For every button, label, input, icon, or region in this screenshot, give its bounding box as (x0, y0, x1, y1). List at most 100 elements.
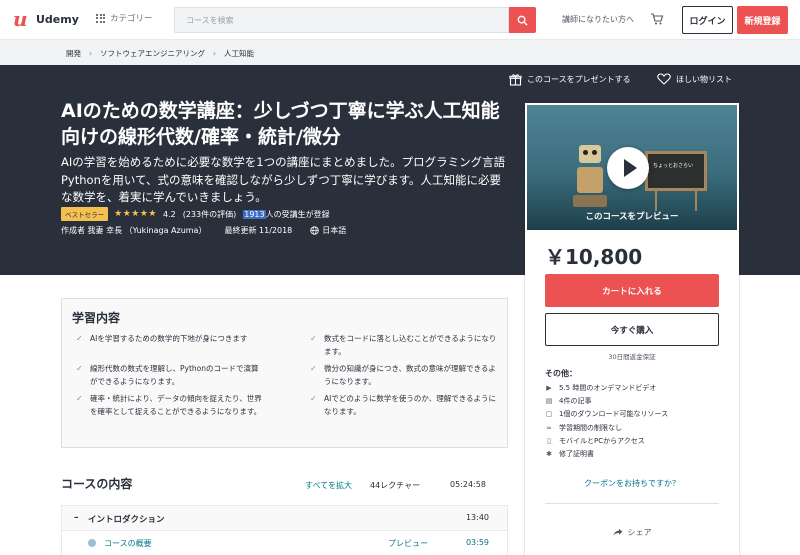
meta-row: 作成者 我妻 幸長 （Yukinaga Azuma） 最終更新 11/2018 … (61, 225, 346, 236)
globe-icon (310, 226, 319, 235)
includes-item: ∞ 学習期間の制限なし (545, 421, 668, 434)
preview-label: このコースをプレビュー (585, 212, 679, 222)
includes-title: その他： (545, 369, 577, 378)
download-icon: ▢ (545, 410, 553, 419)
bestseller-badge: ベストセラー (61, 207, 109, 221)
infinity-icon: ∞ (546, 423, 552, 432)
includes-text: 4件の記事 (559, 396, 592, 405)
login-button[interactable]: ログイン (682, 6, 733, 34)
buy-now-button[interactable]: 今すぐ購入 (545, 313, 719, 346)
share-icon (613, 528, 622, 536)
lecture-title[interactable]: コースの概要 (104, 538, 152, 549)
udemy-logo-icon: u (13, 7, 28, 31)
blackboard-leg (655, 191, 657, 211)
learn-item-text: AIを学習するための数学的下地が身につきます (90, 334, 248, 343)
lecture-preview-link[interactable]: プレビュー (388, 538, 428, 549)
breadcrumb-item-software-engineering[interactable]: ソフトウェアエンジニアリング (100, 48, 205, 59)
breadcrumb-item-ai[interactable]: 人工知能 (224, 48, 254, 59)
wishlist-link[interactable]: ほしい物リスト (657, 73, 732, 85)
robot-base (573, 195, 607, 207)
categories-menu[interactable]: カテゴリー (96, 12, 153, 24)
learn-item-text: 線形代数の数式を理解し、Pythonのコードで演算ができるようになります。 (90, 364, 259, 386)
curriculum-section[interactable]: – イントロダクション 13:40 (61, 505, 508, 531)
includes-text: 学習期間の制限なし (559, 423, 622, 432)
check-icon: ✓ (310, 394, 317, 403)
includes-item: ▶ 5.5 時間のオンデマンドビデオ (545, 381, 668, 394)
includes-item: ▢ 1個のダウンロード可能なリソース (545, 408, 668, 421)
language-label: 日本語 (322, 226, 347, 235)
students-suffix: 人の受講生が登録 (265, 209, 330, 219)
includes-list: ▶ 5.5 時間のオンデマンドビデオ ▤ 4件の記事 ▢ 1個のダウンロード可能なリソ… (545, 381, 668, 461)
check-icon: ✓ (76, 364, 83, 373)
lecture-duration: 03:59 (465, 538, 489, 547)
course-subtitle: AIの学習を始めるために必要な数学を1つの講座にまとめました。プログラミング言語… (61, 155, 506, 204)
includes-item: ✱ 修了証明書 (545, 447, 668, 460)
learn-item-text: 微分の知識が身につき、数式の意味が理解できるようになります。 (324, 364, 496, 386)
last-updated: 最終更新 11/2018 (224, 226, 293, 235)
section-duration: 13:40 (465, 513, 489, 522)
breadcrumb-item-development[interactable]: 開発 (66, 48, 81, 59)
robot-eye (583, 150, 588, 155)
logo-text: Udemy (36, 12, 79, 26)
robot-eye (592, 150, 597, 155)
cart-icon[interactable] (650, 12, 664, 26)
lecture-count: 44レクチャー (370, 481, 421, 490)
coupon-link[interactable]: クーポンをお持ちですか？ (525, 478, 739, 489)
wishlist-label: ほしい物リスト (676, 74, 732, 84)
robot-body (577, 167, 603, 193)
search-button[interactable] (509, 7, 536, 33)
check-icon: ✓ (310, 334, 317, 343)
collapse-icon: – (74, 513, 79, 523)
learn-item: ✓ 微分の知識が身につき、数式の意味が理解できるようになります。 (310, 363, 499, 388)
includes-text: 1個のダウンロード可能なリソース (559, 410, 669, 419)
check-icon: ✓ (76, 394, 83, 403)
author-label[interactable]: 作成者 我妻 幸長 （Yukinaga Azuma） (61, 225, 206, 236)
course-content-title: コースの内容 (61, 477, 133, 491)
article-icon: ▤ (545, 396, 553, 405)
check-icon: ✓ (76, 334, 83, 343)
udemy-logo[interactable]: u Udemy (13, 9, 79, 29)
rating-count[interactable]: (233件の評価) (183, 209, 237, 220)
share-label: シェア (627, 528, 652, 537)
blackboard-text: ちょっとおさらい (653, 163, 694, 169)
course-preview-video[interactable]: ちょっとおさらい このコースをプレビュー (527, 105, 737, 230)
lecture-row: コースの概要 プレビュー 03:59 (61, 531, 508, 555)
mobile-icon: ▯ (547, 436, 551, 445)
course-title: AIのための数学講座：少しづつ丁寧に学ぶ人工知能向けの線形代数/確率・統計/微分 (61, 100, 500, 148)
gift-icon (509, 74, 522, 86)
what-you-will-learn: 学習内容 ✓ AIを学習するための数学的下地が身につきます ✓ 線形代数の数式を理解… (61, 298, 508, 448)
share-button[interactable]: シェア (525, 527, 739, 538)
includes-item: ▤ 4件の記事 (545, 394, 668, 407)
learn-item: ✓ AIでどのように数学を使うのか、理解できるようになります。 (310, 393, 499, 418)
teach-link[interactable]: 講師になりたい方へ (562, 14, 634, 25)
learn-item-text: 確率・統計により、データの傾向を捉えたり、世界を確率として捉えることができるよう… (90, 394, 262, 416)
money-back-guarantee: 30日間返金保証 (608, 353, 656, 361)
play-icon[interactable] (607, 147, 649, 189)
learn-item-text: 数式をコードに落とし込むことができるようになります。 (324, 334, 497, 356)
blackboard: ちょっとおさらい (645, 151, 707, 191)
total-duration: 05:24:58 (450, 480, 486, 489)
includes-text: モバイルとPCからアクセス (559, 436, 645, 445)
breadcrumb-chevron-icon: › (213, 49, 216, 58)
blackboard-leg (695, 191, 697, 211)
learn-item: ✓ AIを学習するための数学的下地が身につきます (76, 333, 265, 346)
gift-course-link[interactable]: このコースをプレゼントする (509, 73, 631, 86)
learn-item: ✓ 線形代数の数式を理解し、Pythonのコードで演算ができるようになります。 (76, 363, 265, 388)
certificate-icon: ✱ (546, 450, 552, 459)
card-divider (545, 503, 719, 504)
top-navbar: u Udemy カテゴリー 講師になりたい方へ ログイン 新規登録 (0, 0, 800, 40)
grid-icon (96, 13, 105, 23)
search-box (174, 7, 509, 33)
heart-icon (657, 73, 671, 85)
breadcrumb: 開発 › ソフトウェアエンジニアリング › 人工知能 (66, 48, 254, 59)
purchase-card: ちょっとおさらい このコースをプレビュー ￥10,800 カートに入れる 今すぐ… (525, 103, 739, 555)
learn-item-text: AIでどのように数学を使うのか、理解できるようになります。 (324, 394, 497, 416)
add-to-cart-button[interactable]: カートに入れる (545, 274, 719, 307)
signup-button[interactable]: 新規登録 (737, 6, 788, 34)
gift-label: このコースをプレゼントする (527, 75, 631, 84)
search-input[interactable] (175, 8, 508, 32)
expand-all-link[interactable]: すべてを拡大 (305, 480, 352, 491)
robot-illustration (579, 145, 601, 163)
includes-text: 5.5 時間のオンデマンドビデオ (559, 383, 657, 392)
includes-text: 修了証明書 (559, 450, 594, 459)
